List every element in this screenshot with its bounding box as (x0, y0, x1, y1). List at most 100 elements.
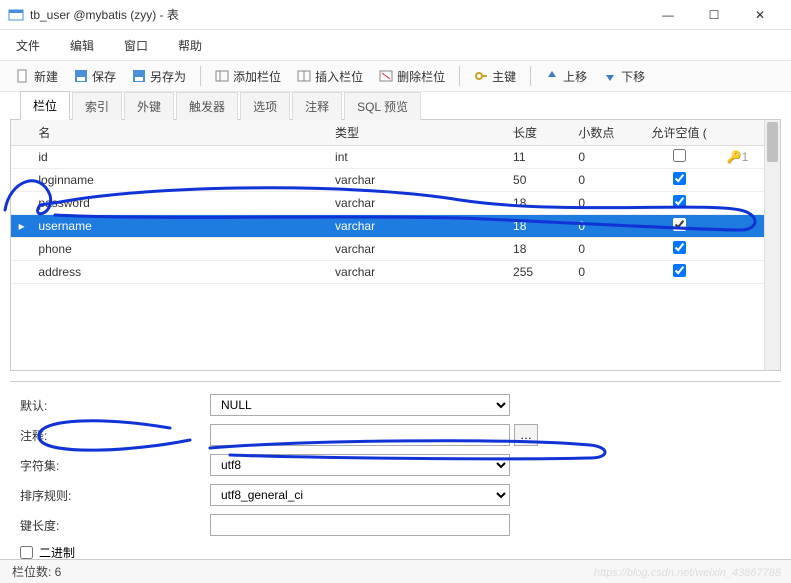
cell-dec[interactable]: 0 (572, 215, 637, 238)
maximize-button[interactable]: ☐ (691, 0, 737, 30)
tab-comment[interactable]: 注释 (292, 92, 342, 120)
cell-len[interactable]: 18 (507, 238, 572, 261)
status-text: 栏位数: 6 (12, 563, 61, 580)
table-row[interactable]: idint110🔑1 (11, 146, 780, 169)
null-checkbox[interactable] (673, 241, 686, 254)
menu-file[interactable]: 文件 (10, 33, 46, 58)
cell-null[interactable] (638, 238, 721, 261)
cell-dec[interactable]: 0 (572, 261, 637, 284)
keylen-label: 键长度: (20, 517, 210, 534)
tab-fk[interactable]: 外键 (124, 92, 174, 120)
col-len[interactable]: 长度 (507, 120, 572, 146)
tab-option[interactable]: 选项 (240, 92, 290, 120)
cell-null[interactable] (638, 169, 721, 192)
table-row[interactable]: passwordvarchar180 (11, 192, 780, 215)
menu-help[interactable]: 帮助 (172, 33, 208, 58)
menu-bar: 文件 编辑 窗口 帮助 (0, 30, 791, 60)
row-marker (11, 146, 32, 169)
tab-fields[interactable]: 栏位 (20, 91, 70, 120)
window-title: tb_user @mybatis (zyy) - 表 (30, 6, 645, 23)
cell-len[interactable]: 18 (507, 192, 572, 215)
field-properties: 默认: NULL 注释: … 字符集: utf8 排序规则: utf8_gene… (10, 381, 781, 573)
comment-more-button[interactable]: … (514, 424, 538, 446)
cell-type[interactable]: int (329, 146, 507, 169)
watermark: https://blog.csdn.net/weixin_43867788 (594, 567, 781, 579)
default-label: 默认: (20, 397, 210, 414)
moveup-button[interactable]: 上移 (539, 65, 593, 88)
table-row[interactable]: loginnamevarchar500 (11, 169, 780, 192)
title-bar: tb_user @mybatis (zyy) - 表 — ☐ ✕ (0, 0, 791, 30)
minimize-button[interactable]: — (645, 0, 691, 30)
keylen-input[interactable] (210, 514, 510, 536)
vertical-scrollbar[interactable] (764, 120, 780, 370)
saveas-button[interactable]: 另存为 (126, 65, 192, 88)
cell-name[interactable]: phone (32, 238, 329, 261)
row-marker (11, 192, 32, 215)
toolbar: 新建 保存 另存为 添加栏位 插入栏位 删除栏位 主键 上移 下移 (0, 60, 791, 92)
pk-button[interactable]: 主键 (468, 65, 522, 88)
fields-table[interactable]: 名 类型 长度 小数点 允许空值 ( idint110🔑1loginnameva… (11, 120, 780, 284)
cell-type[interactable]: varchar (329, 192, 507, 215)
collation-select[interactable]: utf8_general_ci (210, 484, 510, 506)
null-checkbox[interactable] (673, 264, 686, 277)
cell-name[interactable]: id (32, 146, 329, 169)
delcol-button[interactable]: 删除栏位 (373, 65, 451, 88)
tab-trigger[interactable]: 触发器 (176, 92, 238, 120)
key-icon: 🔑 (727, 150, 742, 164)
cell-len[interactable]: 255 (507, 261, 572, 284)
cell-dec[interactable]: 0 (572, 192, 637, 215)
cell-len[interactable]: 11 (507, 146, 572, 169)
cell-null[interactable] (638, 146, 721, 169)
null-checkbox[interactable] (673, 149, 686, 162)
cell-name[interactable]: password (32, 192, 329, 215)
tab-index[interactable]: 索引 (72, 92, 122, 120)
comment-input[interactable] (210, 424, 510, 446)
col-null[interactable]: 允许空值 ( (638, 120, 721, 146)
default-select[interactable]: NULL (210, 394, 510, 416)
null-checkbox[interactable] (673, 195, 686, 208)
cell-type[interactable]: varchar (329, 215, 507, 238)
window-icon (8, 7, 24, 23)
cell-len[interactable]: 18 (507, 215, 572, 238)
charset-label: 字符集: (20, 457, 210, 474)
cell-dec[interactable]: 0 (572, 169, 637, 192)
binary-checkbox[interactable] (20, 546, 33, 559)
cell-name[interactable]: username (32, 215, 329, 238)
cell-type[interactable]: varchar (329, 261, 507, 284)
cell-null[interactable] (638, 192, 721, 215)
null-checkbox[interactable] (673, 172, 686, 185)
close-button[interactable]: ✕ (737, 0, 783, 30)
save-button[interactable]: 保存 (68, 65, 122, 88)
col-type[interactable]: 类型 (329, 120, 507, 146)
fields-table-wrap: 名 类型 长度 小数点 允许空值 ( idint110🔑1loginnameva… (10, 120, 781, 371)
col-name[interactable]: 名 (32, 120, 329, 146)
charset-select[interactable]: utf8 (210, 454, 510, 476)
menu-window[interactable]: 窗口 (118, 33, 154, 58)
cell-dec[interactable]: 0 (572, 238, 637, 261)
col-dec[interactable]: 小数点 (572, 120, 637, 146)
row-marker: ▸ (11, 215, 32, 238)
menu-edit[interactable]: 编辑 (64, 33, 100, 58)
movedown-button[interactable]: 下移 (597, 65, 651, 88)
insertcol-button[interactable]: 插入栏位 (291, 65, 369, 88)
null-checkbox[interactable] (673, 218, 686, 231)
cell-null[interactable] (638, 215, 721, 238)
table-row[interactable]: ▸usernamevarchar180 (11, 215, 780, 238)
table-row[interactable]: addressvarchar2550 (11, 261, 780, 284)
cell-name[interactable]: loginname (32, 169, 329, 192)
cell-dec[interactable]: 0 (572, 146, 637, 169)
row-marker (11, 238, 32, 261)
table-row[interactable]: phonevarchar180 (11, 238, 780, 261)
new-button[interactable]: 新建 (10, 65, 64, 88)
addcol-button[interactable]: 添加栏位 (209, 65, 287, 88)
cell-type[interactable]: varchar (329, 238, 507, 261)
row-marker (11, 261, 32, 284)
cell-name[interactable]: address (32, 261, 329, 284)
cell-type[interactable]: varchar (329, 169, 507, 192)
tab-bar: 栏位 索引 外键 触发器 选项 注释 SQL 预览 (10, 92, 781, 120)
row-marker (11, 169, 32, 192)
tab-sqlpreview[interactable]: SQL 预览 (344, 92, 421, 120)
cell-null[interactable] (638, 261, 721, 284)
cell-len[interactable]: 50 (507, 169, 572, 192)
collation-label: 排序规则: (20, 487, 210, 504)
